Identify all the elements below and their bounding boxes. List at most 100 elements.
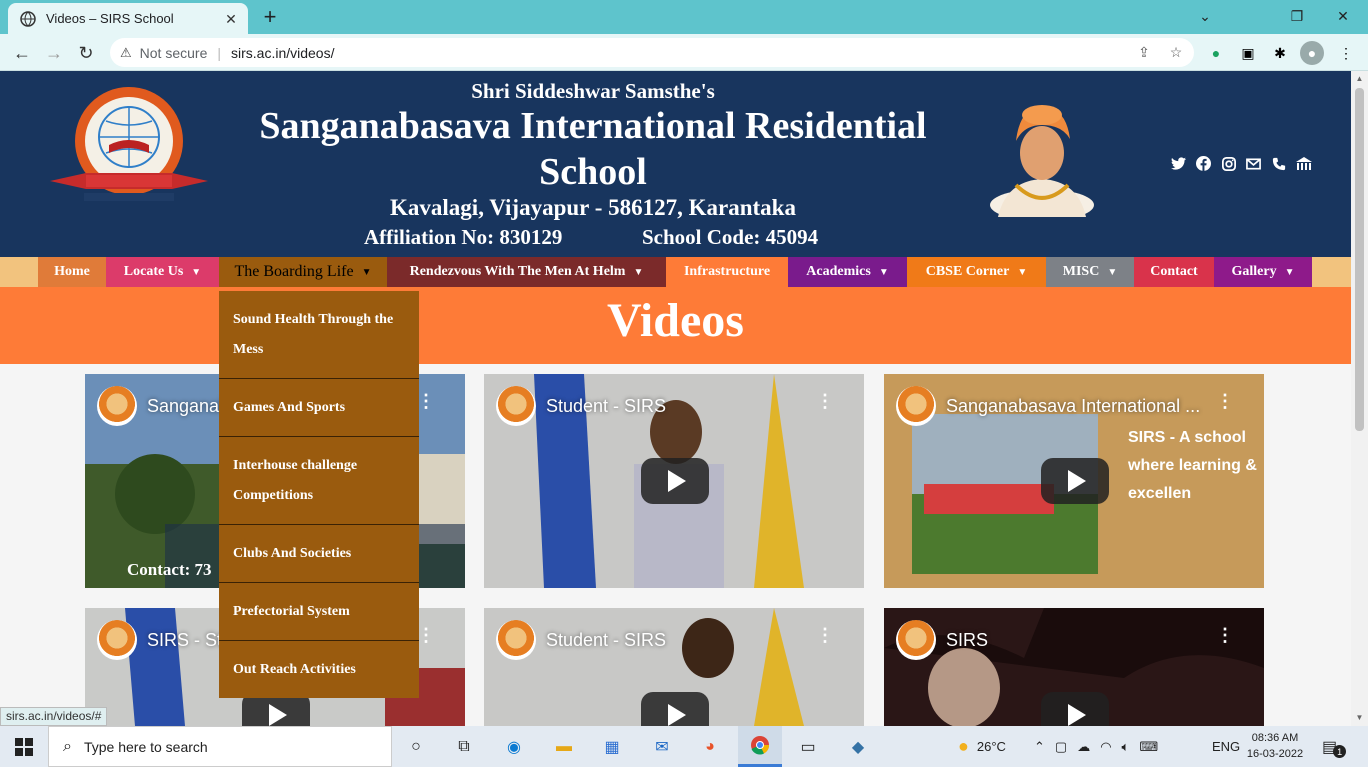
more-options-icon[interactable]: ⋮ [417,392,435,410]
firefox-icon[interactable]: ◕ [690,726,730,767]
play-button[interactable] [1041,692,1109,726]
instagram-icon[interactable] [1220,155,1237,172]
dropdown-item-interhouse[interactable]: Interhouse challenge Competitions [219,437,419,525]
nav-boarding-life[interactable]: The Boarding Life ▼ [219,257,387,287]
facebook-icon[interactable] [1195,155,1212,172]
browser-tab[interactable]: Videos – SIRS School ✕ [8,3,248,34]
share-icon[interactable]: ⇪ [1132,38,1156,67]
video-title[interactable]: SIRS [946,630,988,651]
microsoft-store-icon[interactable]: ▦ [592,726,632,767]
keyboard-icon[interactable]: ⌨ [1139,739,1158,755]
dropdown-item-games-sports[interactable]: Games And Sports [219,379,419,437]
dropdown-item-sound-health[interactable]: Sound Health Through the Mess [219,291,419,379]
back-button[interactable]: ← [8,39,36,67]
bookmark-star-icon[interactable]: ☆ [1164,38,1188,67]
grammarly-icon[interactable]: ● [1204,41,1228,65]
new-tab-button[interactable]: + [258,6,282,30]
dropdown-item-outreach[interactable]: Out Reach Activities [219,641,419,698]
nav-rendezvous-label: Rendezvous With The Men At Helm [409,264,626,279]
email-icon[interactable] [1245,155,1262,172]
video-embed[interactable]: Student - SIRS ⋮ [484,608,864,726]
taskbar-search-box[interactable]: ⌕ Type here to search [48,726,392,767]
more-options-icon[interactable]: ⋮ [816,392,834,410]
terminal-icon[interactable]: ▭ [788,726,828,767]
show-hidden-icons-icon[interactable]: ⌃ [1034,739,1045,755]
edge-icon[interactable]: ◉ [494,726,534,767]
nav-rendezvous[interactable]: Rendezvous With The Men At Helm ▼ [387,257,666,287]
chevron-down-icon: ▼ [878,266,889,278]
input-language[interactable]: ENG [1212,726,1240,767]
extensions-puzzle-icon[interactable]: ✱ [1268,41,1292,65]
nav-home-label: Home [54,264,90,279]
channel-avatar[interactable] [496,386,536,426]
more-options-icon[interactable]: ⋮ [816,626,834,644]
scroll-up-arrow-icon[interactable]: ▲ [1354,74,1365,83]
address-bar[interactable]: ⚠ Not secure | sirs.ac.in/videos/ ⇪ ☆ [110,38,1194,67]
picture-in-picture-icon[interactable]: ▣ [1236,41,1260,65]
separator: | [217,44,221,61]
nav-infrastructure[interactable]: Infrastructure [666,257,788,287]
cortana-icon[interactable]: ○ [396,726,436,767]
file-explorer-icon[interactable]: ▬ [544,726,584,767]
play-button[interactable] [641,692,709,726]
nav-misc[interactable]: MISC ▼ [1046,257,1134,287]
nav-academics[interactable]: Academics ▼ [788,257,907,287]
warning-icon[interactable]: ⚠ [120,45,132,61]
system-clock[interactable]: 08:36 AM 16-03-2022 [1246,730,1304,762]
notification-center-icon[interactable]: ▤ 1 [1322,726,1347,767]
channel-avatar[interactable] [97,620,137,660]
onedrive-icon[interactable]: ☁ [1077,739,1090,755]
video-embed[interactable]: SIRS ⋮ [884,608,1264,726]
nav-cbse-corner[interactable]: CBSE Corner ▼ [907,257,1046,287]
scrollbar-thumb[interactable] [1355,88,1364,431]
nav-contact[interactable]: Contact [1134,257,1214,287]
tab-search-icon[interactable]: ⌄ [1182,4,1228,28]
video-embed[interactable]: Student - SIRS ⋮ [484,374,864,588]
more-options-icon[interactable]: ⋮ [1216,392,1234,410]
affiliation-number: Affiliation No: 830129 [364,225,563,249]
phone-icon[interactable] [1270,155,1287,172]
dropdown-item-prefectorial[interactable]: Prefectorial System [219,583,419,641]
search-icon: ⌕ [63,737,72,755]
close-window-button[interactable]: ✕ [1320,4,1366,28]
restore-window-button[interactable]: ❐ [1274,4,1320,28]
scroll-down-arrow-icon[interactable]: ▼ [1354,713,1365,722]
channel-avatar[interactable] [896,386,936,426]
reload-button[interactable]: ↻ [72,39,100,67]
profile-avatar-icon[interactable]: ● [1300,41,1324,65]
volume-icon[interactable]: 🔈︎ [1122,739,1130,755]
more-options-icon[interactable]: ⋮ [1216,626,1234,644]
windows-start-icon[interactable] [0,726,48,767]
page-scrollbar[interactable]: ▲ ▼ [1351,71,1368,726]
url-text[interactable]: sirs.ac.in/videos/ [231,45,334,61]
video-title[interactable]: Sanganabasava International ... [946,396,1200,417]
security-label[interactable]: Not secure [140,45,208,61]
nav-locate-us[interactable]: Locate Us ▼ [106,257,219,287]
channel-avatar[interactable] [496,620,536,660]
menu-kebab-icon[interactable]: ⋮ [1334,41,1358,65]
nav-contact-label: Contact [1150,264,1198,279]
dropdown-item-clubs[interactable]: Clubs And Societies [219,525,419,583]
video-title[interactable]: Student - SIRS [546,396,666,417]
nav-gallery[interactable]: Gallery ▼ [1214,257,1312,287]
wifi-icon[interactable]: ◠ [1100,739,1111,755]
more-options-icon[interactable]: ⋮ [417,626,435,644]
play-button[interactable] [641,458,709,504]
python-icon[interactable]: ◆ [838,726,878,767]
school-building-icon[interactable] [1295,155,1312,172]
weather-widget[interactable]: ● 26°C [958,726,1006,767]
channel-avatar[interactable] [97,386,137,426]
school-code: School Code: 45094 [642,225,819,249]
twitter-icon[interactable] [1170,155,1187,172]
chrome-icon[interactable] [738,726,782,767]
meet-now-icon[interactable]: ▢ [1055,739,1067,755]
forward-button[interactable]: → [40,39,68,67]
nav-home[interactable]: Home [38,257,106,287]
channel-avatar[interactable] [896,620,936,660]
close-tab-icon[interactable]: ✕ [222,10,240,28]
mail-icon[interactable]: ✉ [642,726,682,767]
task-view-icon[interactable]: ⧉ [444,726,484,767]
video-title[interactable]: Student - SIRS [546,630,666,651]
video-embed[interactable]: Sanganabasava International ... ⋮ SIRS -… [884,374,1264,588]
play-button[interactable] [1041,458,1109,504]
